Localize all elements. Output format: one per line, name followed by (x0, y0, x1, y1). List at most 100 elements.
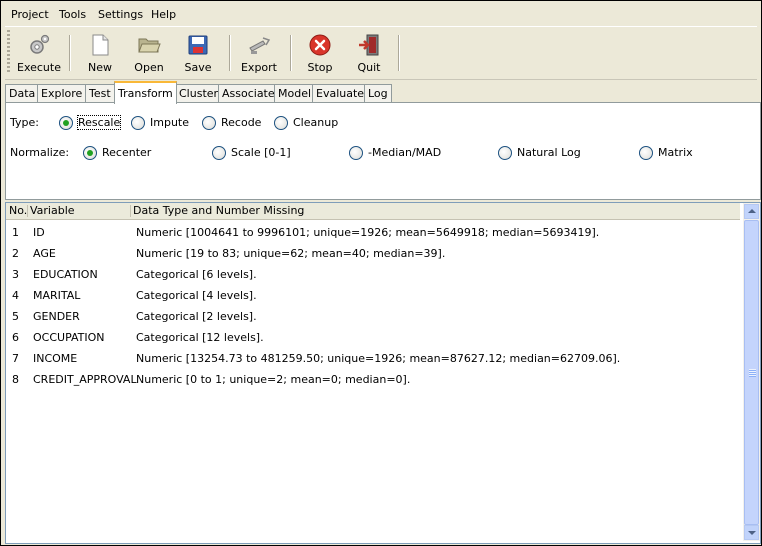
radio-cleanup-label[interactable]: Cleanup (293, 116, 338, 129)
table-row[interactable]: 6 OCCUPATION Categorical [12 levels]. (6, 327, 740, 348)
tab-model[interactable]: Model (274, 84, 316, 102)
menu-help[interactable]: Help (151, 8, 176, 21)
table-row[interactable]: 8 CREDIT_APPROVAL Numeric [0 to 1; uniqu… (6, 369, 740, 390)
quit-label: Quit (357, 61, 381, 74)
save-button[interactable]: Save (174, 31, 222, 75)
new-button[interactable]: New (76, 31, 124, 75)
open-button[interactable]: Open (125, 31, 173, 75)
tab-explore[interactable]: Explore (37, 84, 87, 102)
export-button[interactable]: Export (235, 31, 283, 75)
cell-info: Numeric [19 to 83; unique=62; mean=40; m… (136, 247, 446, 260)
vertical-scrollbar[interactable] (743, 203, 760, 541)
cell-variable: AGE (33, 247, 56, 260)
cell-info: Numeric [1004641 to 9996101; unique=1926… (136, 226, 600, 239)
cell-variable: GENDER (33, 310, 80, 323)
export-label: Export (240, 61, 277, 74)
new-document-icon (92, 34, 109, 56)
tab-test[interactable]: Test (85, 84, 115, 102)
column-divider[interactable] (130, 205, 131, 217)
radio-scale-0-1[interactable] (212, 146, 226, 160)
radio-recenter[interactable] (83, 146, 97, 160)
cell-no: 2 (12, 247, 19, 260)
cell-variable: EDUCATION (33, 268, 98, 281)
radio-median-mad-label[interactable]: -Median/MAD (368, 146, 441, 159)
radio-rescale[interactable] (59, 116, 73, 130)
save-label: Save (184, 61, 212, 74)
radio-cleanup[interactable] (274, 116, 288, 130)
menu-tools[interactable]: Tools (59, 8, 86, 21)
stop-button[interactable]: Stop (296, 31, 344, 75)
table-row[interactable]: 2 AGE Numeric [19 to 83; unique=62; mean… (6, 243, 740, 264)
execute-label: Execute (17, 61, 61, 74)
table-row[interactable]: 4 MARITAL Categorical [4 levels]. (6, 285, 740, 306)
cell-variable: MARITAL (33, 289, 81, 302)
thumb-grip-icon (749, 369, 756, 377)
cell-no: 4 (12, 289, 19, 302)
table-row[interactable]: 3 EDUCATION Categorical [6 levels]. (6, 264, 740, 285)
radio-median-mad[interactable] (349, 146, 363, 160)
cell-no: 5 (12, 310, 19, 323)
table-header: No. Variable Data Type and Number Missin… (6, 203, 740, 220)
cell-no: 7 (12, 352, 19, 365)
arrow-down-icon (748, 531, 756, 535)
tab-associate[interactable]: Associate (218, 84, 279, 102)
app-window: Project Tools Settings Help Execute New (0, 0, 762, 546)
variables-table: No. Variable Data Type and Number Missin… (5, 202, 761, 544)
type-label: Type: (10, 116, 39, 129)
cell-variable: OCCUPATION (33, 331, 105, 344)
scroll-up-button[interactable] (744, 204, 759, 219)
cell-no: 3 (12, 268, 19, 281)
cell-variable: CREDIT_APPROVAL (33, 373, 137, 386)
transform-options-panel: Type: Rescale Impute Recode Cleanup Norm… (5, 102, 761, 200)
radio-matrix[interactable] (639, 146, 653, 160)
radio-impute[interactable] (131, 116, 145, 130)
radio-impute-label[interactable]: Impute (150, 116, 189, 129)
tab-transform[interactable]: Transform (114, 81, 177, 104)
radio-natural-log-label[interactable]: Natural Log (517, 146, 581, 159)
radio-rescale-label[interactable]: Rescale (76, 115, 122, 130)
toolbar: Execute New Open Save Export Stop Quit (5, 26, 757, 80)
tab-strip: Data Explore Test Transform Cluster Asso… (5, 81, 759, 104)
menu-bar: Project Tools Settings Help (1, 5, 761, 25)
floppy-disk-icon (188, 35, 208, 55)
column-header-variable[interactable]: Variable (30, 204, 75, 217)
tab-log[interactable]: Log (364, 84, 392, 102)
column-header-no[interactable]: No. (9, 204, 27, 217)
cell-no: 1 (12, 226, 19, 239)
radio-scale-0-1-label[interactable]: Scale [0-1] (231, 146, 291, 159)
cell-info: Numeric [13254.73 to 481259.50; unique=1… (136, 352, 621, 365)
table-row[interactable]: 5 GENDER Categorical [2 levels]. (6, 306, 740, 327)
tab-cluster[interactable]: Cluster (175, 84, 223, 102)
scroll-down-button[interactable] (744, 525, 759, 540)
cell-info: Numeric [0 to 1; unique=2; mean=0; media… (136, 373, 411, 386)
radio-recenter-label[interactable]: Recenter (102, 146, 151, 159)
normalize-label: Normalize: (10, 146, 70, 159)
table-row[interactable]: 7 INCOME Numeric [13254.73 to 481259.50;… (6, 348, 740, 369)
radio-matrix-label[interactable]: Matrix (658, 146, 693, 159)
stop-icon (309, 34, 331, 56)
folder-open-icon (138, 38, 161, 53)
scroll-thumb[interactable] (744, 220, 759, 525)
tab-evaluate[interactable]: Evaluate (312, 84, 369, 102)
column-header-data-type[interactable]: Data Type and Number Missing (133, 204, 304, 217)
cell-no: 8 (12, 373, 19, 386)
cell-variable: ID (33, 226, 45, 239)
radio-recode-label[interactable]: Recode (221, 116, 261, 129)
radio-natural-log[interactable] (498, 146, 512, 160)
table-row[interactable]: 1 ID Numeric [1004641 to 9996101; unique… (6, 222, 740, 243)
cell-info: Categorical [6 levels]. (136, 268, 257, 281)
export-icon (249, 37, 271, 54)
quit-button[interactable]: Quit (345, 31, 393, 75)
cell-variable: INCOME (33, 352, 78, 365)
execute-button[interactable]: Execute (15, 31, 63, 75)
radio-recode[interactable] (202, 116, 216, 130)
toolbar-separator (398, 35, 400, 71)
menu-project[interactable]: Project (11, 8, 49, 21)
column-divider[interactable] (27, 205, 28, 217)
tab-data[interactable]: Data (5, 84, 40, 102)
cell-no: 6 (12, 331, 19, 344)
menu-settings[interactable]: Settings (98, 8, 143, 21)
cell-info: Categorical [4 levels]. (136, 289, 257, 302)
cell-info: Categorical [2 levels]. (136, 310, 257, 323)
arrow-up-icon (748, 209, 756, 213)
